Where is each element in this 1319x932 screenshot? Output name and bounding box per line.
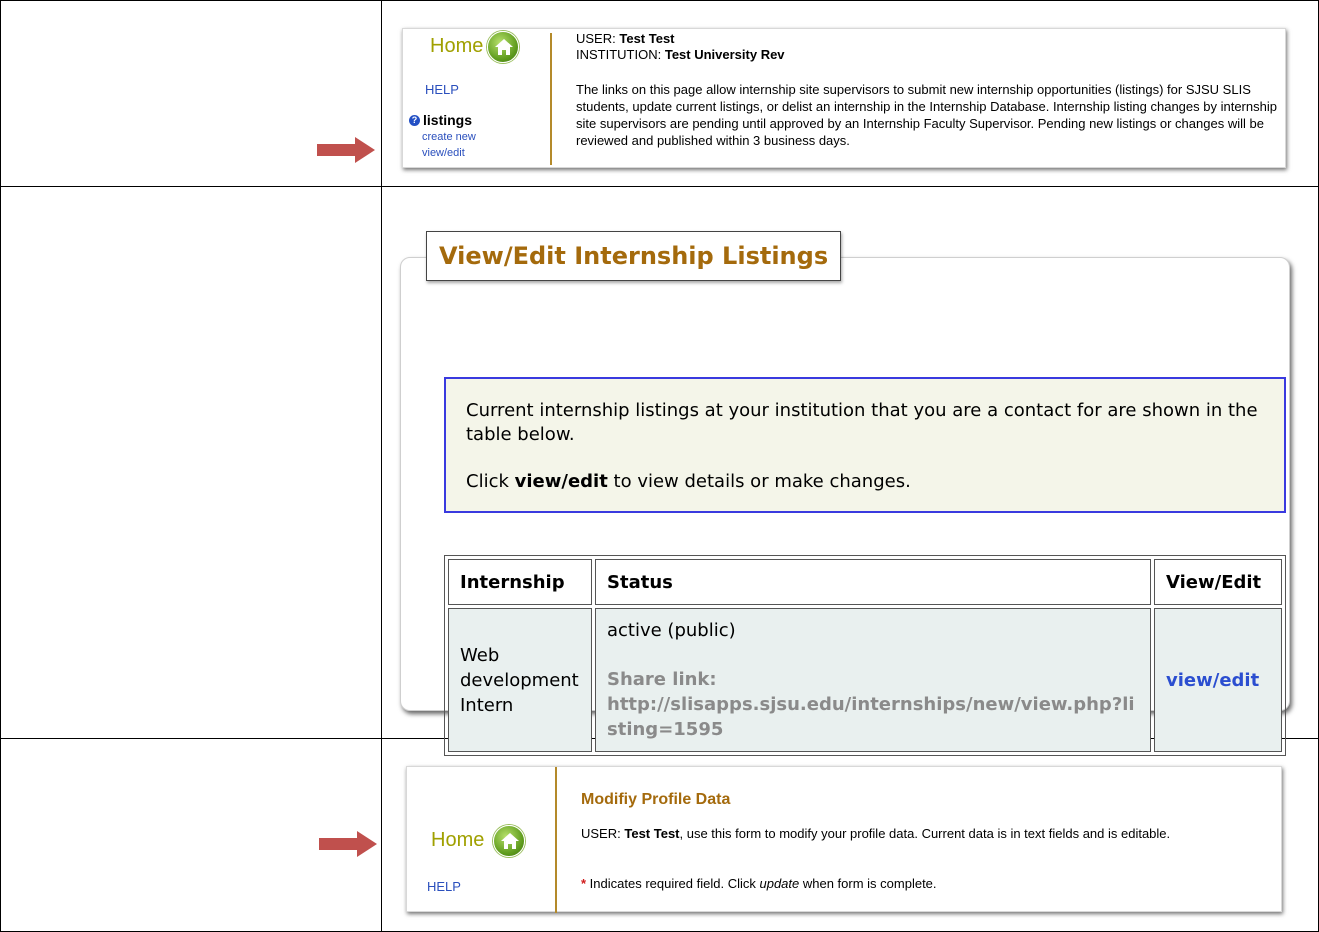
row1-right-cell: Home HELP ? listings create new view/edi… (381, 0, 1319, 187)
table-row: Web development Intern active (public) S… (448, 608, 1282, 752)
description-text: The links on this page allow internship … (576, 82, 1277, 148)
listings-label: listings (423, 112, 473, 128)
col-header-view-edit: View/Edit (1154, 559, 1282, 605)
help-link[interactable]: HELP (427, 879, 461, 894)
row2-right-cell: Current internship listings at your inst… (381, 186, 1319, 756)
view-edit-button[interactable]: view/edit (1166, 670, 1259, 691)
status-cell: active (public) Share link: http://slisa… (595, 608, 1151, 752)
internship-header-screenshot: Home HELP ? listings create new view/edi… (402, 28, 1286, 168)
view-edit-nav-link[interactable]: view/edit (422, 147, 465, 159)
gold-divider (555, 767, 557, 913)
create-new-link[interactable]: create new (422, 131, 476, 143)
share-link-url[interactable]: http://slisapps.sjsu.edu/internships/new… (607, 692, 1139, 742)
listings-panel: Current internship listings at your inst… (400, 257, 1290, 756)
arrow-right-icon (319, 831, 377, 857)
internship-title: Web development Intern (448, 608, 592, 752)
table-header-row: Internship Status View/Edit (448, 559, 1282, 605)
home-link[interactable]: Home (431, 829, 484, 852)
help-link[interactable]: HELP (425, 82, 459, 97)
profile-user-text: USER: Test Test, use this form to modify… (581, 826, 1171, 841)
row3-right-cell: Home HELP Modifiy Profile Data USER: Tes… (381, 738, 1319, 932)
profile-title: Modifiy Profile Data (581, 791, 731, 808)
arrow-right-icon (317, 137, 375, 163)
user-name: Test Test (619, 31, 675, 46)
col-header-status: Status (595, 559, 1151, 605)
action-cell: view/edit (1154, 608, 1282, 752)
institution-name: Test University Rev (664, 47, 785, 62)
share-link-label: Share link: (607, 669, 717, 690)
panel-title: View/Edit Internship Listings (426, 231, 842, 281)
home-icon[interactable] (493, 825, 525, 857)
document-table: Home HELP ? listings create new view/edi… (0, 0, 1319, 932)
user-line: USER: Test Test (576, 31, 675, 46)
required-note: * Indicates required field. Click update… (581, 876, 937, 891)
notice-text-2: Click view/edit to view details or make … (466, 471, 911, 492)
gold-divider (550, 33, 552, 165)
status-value: active (public) (607, 620, 736, 641)
info-notice: Current internship listings at your inst… (444, 377, 1286, 513)
home-link[interactable]: Home (430, 35, 483, 58)
home-icon[interactable] (487, 31, 519, 63)
col-header-internship: Internship (448, 559, 592, 605)
row3-left-cell (0, 738, 382, 932)
listings-table: Internship Status View/Edit Web developm… (444, 555, 1286, 756)
row1-left-cell (0, 0, 382, 187)
row2-left-cell (0, 186, 382, 739)
institution-line: INSTITUTION: Test University Rev (576, 47, 785, 62)
notice-text-1: Current internship listings at your inst… (466, 400, 1258, 445)
info-icon[interactable]: ? (409, 115, 420, 126)
profile-screenshot: Home HELP Modifiy Profile Data USER: Tes… (406, 766, 1282, 913)
